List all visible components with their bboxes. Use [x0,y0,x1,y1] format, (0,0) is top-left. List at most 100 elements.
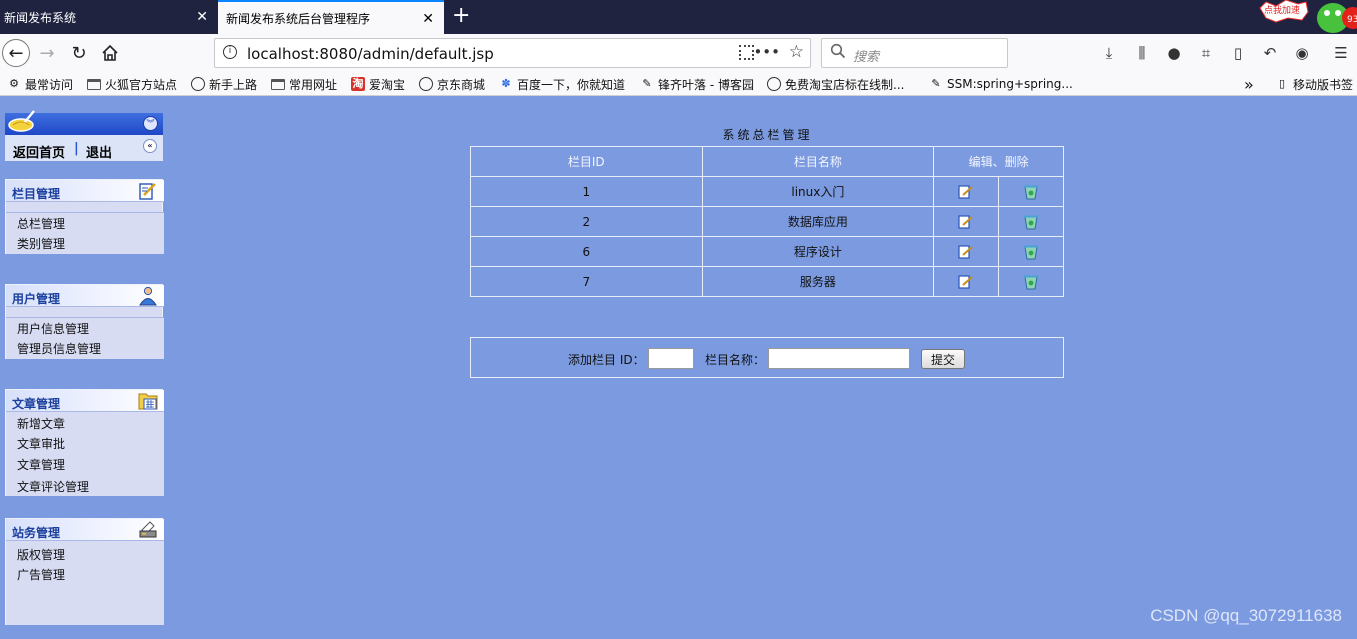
panel-header[interactable]: 文章管理 [6,390,164,412]
sidebar-item-comment-management[interactable]: 文章评论管理 [17,478,89,495]
qr-code-icon[interactable] [739,45,754,60]
edit-icon[interactable] [957,244,975,260]
arrow-left-icon: ← [8,42,24,64]
library-icon[interactable]: ⫼ [1131,42,1153,64]
sidebar-item-copyright[interactable]: 版权管理 [17,546,65,563]
mobile-bookmarks[interactable]: ▯ 移动版书签 [1275,75,1353,93]
screenshot-icon[interactable]: ⌗ [1195,42,1217,64]
sidebar-item-category[interactable]: 类别管理 [17,235,65,252]
sidebar-item-new-article[interactable]: 新增文章 [17,415,65,432]
admin-sidebar: ︾ 返回首页 | 退出 « 栏目管理 总栏管理 类别管理 用户管理 用户信息管理… [0,97,170,639]
sidebar-logo-bar: ︾ [5,110,163,135]
category-table: 栏目ID 栏目名称 编辑、删除 1 linux入门 2 数据库应用 6 程序设计 [470,146,1064,297]
link-separator: | [74,141,79,156]
bookmark-ssm[interactable]: ✎ SSM:spring+spring... [929,75,1072,93]
back-button[interactable]: ← [2,39,30,67]
cell-name: linux入门 [701,176,935,207]
panel-items: 版权管理 广告管理 [6,541,164,625]
bookmark-getting-started[interactable]: 新手上路 [191,75,257,93]
table-row: 6 程序设计 [470,236,1064,267]
bookmark-cnblogs[interactable]: ✎ 锋齐叶落 - 博客园 [640,75,754,93]
edit-cell [933,236,1000,267]
addon-speedup-icon[interactable]: 点我加速 93 [1258,0,1357,34]
site-info-icon[interactable]: i [223,45,237,59]
tab-close-icon[interactable]: ✕ [196,9,208,25]
undo-icon[interactable]: ↶ [1259,42,1281,64]
edit-icon[interactable] [957,184,975,200]
panel-header[interactable]: 用户管理 [6,285,164,307]
account-icon[interactable]: ◉ [1291,42,1313,64]
tab-admin-program[interactable]: 新闻发布系统后台管理程序 ✕ [218,0,444,34]
tab-news-system[interactable]: 新闻发布系统 ✕ [0,0,218,34]
column-header-id: 栏目ID [470,146,703,177]
bookmark-baidu[interactable]: ✽ 百度一下，你就知道 [499,75,625,93]
new-tab-button[interactable]: + [452,4,470,28]
search-box[interactable]: 搜索 [821,38,1008,68]
bookmark-jd[interactable]: 京东商城 [419,75,485,93]
forward-button[interactable]: → [34,40,60,66]
panel-title: 用户管理 [12,292,61,306]
bookmarks-overflow-button[interactable]: » [1244,75,1254,94]
sidebar-item-article-approval[interactable]: 文章审批 [17,435,65,452]
table-row: 2 数据库应用 [470,206,1064,237]
user-icon [139,286,157,306]
submit-button[interactable]: 提交 [921,349,965,369]
bookmark-ai-taobao[interactable]: 淘 爱淘宝 [351,75,405,93]
reload-button[interactable]: ↻ [66,40,92,66]
tab-close-icon[interactable]: ✕ [422,11,434,27]
sidebar-toggle-icon[interactable]: « [143,139,157,153]
bookmark-star-icon[interactable]: ☆ [789,42,804,62]
delete-bin-icon[interactable] [1022,274,1040,290]
sidebar-item-column-overview[interactable]: 总栏管理 [17,215,65,232]
delete-bin-icon[interactable] [1022,244,1040,260]
bookmarks-toolbar: ⚙ 最常访问 火狐官方站点 新手上路 常用网址 淘 爱淘宝 京东商城 ✽ 百度一… [0,72,1357,96]
chat-icon[interactable]: ● [1163,42,1185,64]
bookmark-taobao-logo-maker[interactable]: 免费淘宝店标在线制... [767,75,904,93]
home-icon [102,44,118,61]
delete-bin-icon[interactable] [1022,214,1040,230]
edit-icon[interactable] [957,214,975,230]
delete-cell [998,266,1064,297]
delete-cell [998,176,1064,207]
home-button[interactable] [97,40,123,66]
table-row: 1 linux入门 [470,176,1064,207]
cell-name: 数据库应用 [701,206,935,237]
download-icon[interactable]: ⤓ [1098,42,1120,64]
cell-name: 服务器 [701,266,935,297]
cell-id: 6 [470,236,703,267]
sidebar-item-admin-info[interactable]: 管理员信息管理 [17,340,101,357]
column-name-input[interactable] [768,348,910,369]
edit-icon[interactable] [957,274,975,290]
logout-link[interactable]: 退出 [86,142,112,161]
panel-header[interactable]: 栏目管理 [6,180,164,202]
page-title: 系统总栏管理 [722,128,813,142]
sidebar-item-ads[interactable]: 广告管理 [17,566,65,583]
column-header-name: 栏目名称 [701,146,935,177]
search-icon [830,43,846,59]
column-id-input[interactable] [648,348,694,369]
globe-icon [767,77,781,91]
menu-icon[interactable]: ☰ [1330,42,1352,64]
sidebar-item-user-info[interactable]: 用户信息管理 [17,320,89,337]
address-bar[interactable]: i localhost:8080/admin/default.jsp ••• ☆ [214,38,811,68]
sidebar-item-article-management[interactable]: 文章管理 [17,456,65,473]
cell-id: 7 [470,266,703,297]
bookmark-most-visited[interactable]: ⚙ 最常访问 [7,75,73,93]
home-link[interactable]: 返回首页 [13,142,65,161]
tab-title: 新闻发布系统 [4,10,77,25]
taobao-icon: 淘 [351,77,365,91]
page-actions-icon[interactable]: ••• [753,43,780,61]
cell-id: 2 [470,206,703,237]
delete-bin-icon[interactable] [1022,184,1040,200]
sidebar-toggle-icon[interactable]: ▯ [1227,42,1249,64]
panel-items: 总栏管理 类别管理 [6,212,164,254]
url-text[interactable]: localhost:8080/admin/default.jsp [247,45,494,63]
pen-icon: ✎ [931,77,941,90]
bookmark-firefox-site[interactable]: 火狐官方站点 [87,75,177,93]
bookmark-common-sites[interactable]: 常用网址 [271,75,337,93]
calendar-folder-icon [138,393,158,410]
panel-header[interactable]: 站务管理 [6,519,164,541]
edit-cell [933,266,1000,297]
collapse-all-icon[interactable]: ︾ [143,116,158,131]
tab-strip: 新闻发布系统 ✕ 新闻发布系统后台管理程序 ✕ + 点我加速 93 [0,0,1357,34]
